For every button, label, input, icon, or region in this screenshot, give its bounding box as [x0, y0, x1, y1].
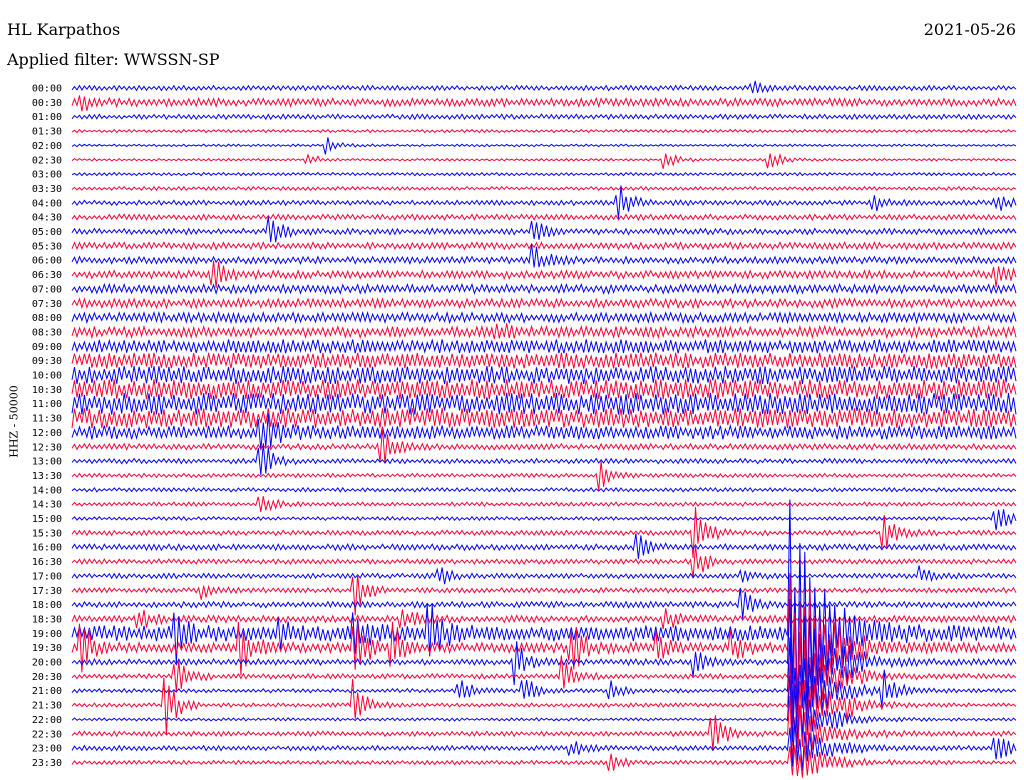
trace-row — [71, 95, 1017, 112]
trace-row — [71, 365, 1017, 385]
row-time-labels: 00:00 00:30 01:00 01:30 02:00 02:30 03:00 03:30… — [32, 84, 62, 769]
row-label: 13:30 — [32, 471, 62, 482]
trace-row — [71, 323, 1017, 340]
row-label: 13:00 — [32, 457, 62, 468]
helicorder-plot: 00:00 00:30 01:00 01:30 02:00 02:30 03:00 03:30… — [32, 80, 1017, 778]
row-label: 21:30 — [32, 701, 62, 712]
seismic-traces — [71, 80, 1017, 778]
row-label: 20:00 — [32, 658, 62, 669]
row-label: 22:00 — [32, 715, 62, 726]
row-label: 16:30 — [32, 557, 62, 568]
row-label: 11:30 — [32, 414, 62, 425]
row-label: 12:30 — [32, 442, 62, 453]
trace-row — [71, 496, 1017, 512]
row-label: 21:00 — [32, 686, 62, 697]
trace-row — [71, 509, 1017, 531]
trace-row — [71, 152, 1017, 169]
row-label: 08:00 — [32, 313, 62, 324]
row-label: 03:30 — [32, 184, 62, 195]
trace-row — [71, 216, 1017, 243]
row-label: 10:30 — [32, 385, 62, 396]
trace-row — [71, 408, 1017, 429]
row-label: 00:00 — [32, 84, 62, 95]
trace-row — [71, 185, 1017, 192]
row-label: 11:00 — [32, 399, 62, 410]
row-label: 07:00 — [32, 284, 62, 295]
row-label: 02:00 — [32, 141, 62, 152]
row-label: 17:30 — [32, 586, 62, 597]
row-label: 07:30 — [32, 299, 62, 310]
row-label: 05:00 — [32, 227, 62, 238]
trace-row — [71, 80, 1017, 94]
trace-row — [71, 533, 1017, 560]
trace-row — [71, 128, 1017, 134]
row-label: 01:00 — [32, 112, 62, 123]
row-label: 03:00 — [32, 170, 62, 181]
trace-row — [71, 593, 1017, 718]
row-label: 04:30 — [32, 213, 62, 224]
row-label: 18:30 — [32, 614, 62, 625]
row-label: 09:30 — [32, 356, 62, 367]
trace-row — [71, 310, 1017, 325]
row-label: 17:00 — [32, 571, 62, 582]
trace-row — [71, 338, 1017, 355]
row-label: 14:30 — [32, 500, 62, 511]
row-label: 23:30 — [32, 758, 62, 769]
trace-row — [71, 241, 1017, 251]
trace-row — [71, 612, 1017, 747]
row-label: 06:30 — [32, 270, 62, 281]
row-label: 15:00 — [32, 514, 62, 525]
trace-row — [71, 565, 1017, 585]
trace-row — [71, 608, 1017, 630]
trace-row — [71, 213, 1017, 222]
trace-row — [71, 297, 1017, 310]
row-label: 01:30 — [32, 127, 62, 138]
row-label: 16:00 — [32, 543, 62, 554]
row-label: 19:00 — [32, 629, 62, 640]
row-label: 10:00 — [32, 371, 62, 382]
row-label: 00:30 — [32, 98, 62, 109]
trace-row — [71, 572, 1017, 735]
trace-row — [71, 460, 1017, 491]
row-label: 23:00 — [32, 744, 62, 755]
row-label: 06:00 — [32, 256, 62, 267]
trace-row — [71, 137, 1017, 155]
row-label: 20:30 — [32, 672, 62, 683]
trace-row — [71, 171, 1017, 177]
trace-row — [71, 113, 1017, 121]
trace-row — [71, 282, 1017, 296]
row-label: 05:30 — [32, 241, 62, 252]
row-label: 08:30 — [32, 327, 62, 338]
row-label: 22:30 — [32, 729, 62, 740]
row-label: 15:30 — [32, 528, 62, 539]
row-label: 14:00 — [32, 485, 62, 496]
row-label: 12:00 — [32, 428, 62, 439]
row-label: 19:30 — [32, 643, 62, 654]
trace-row — [71, 574, 1017, 616]
trace-row — [71, 352, 1017, 369]
trace-row — [71, 486, 1017, 493]
trace-row — [71, 443, 1017, 476]
trace-row — [71, 587, 1017, 619]
row-label: 09:00 — [32, 342, 62, 353]
row-label: 02:30 — [32, 155, 62, 166]
trace-row — [71, 427, 1017, 464]
row-label: 18:00 — [32, 600, 62, 611]
row-label: 04:00 — [32, 198, 62, 209]
